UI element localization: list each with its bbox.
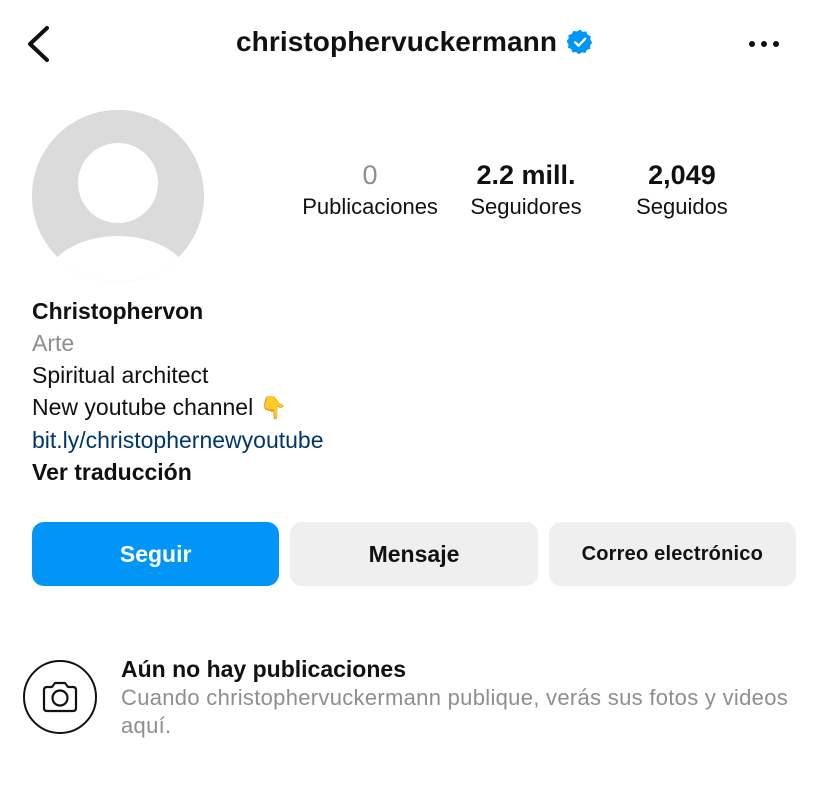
stat-posts: 0 Publicaciones	[296, 158, 444, 221]
email-button[interactable]: Correo electrónico	[548, 522, 796, 586]
see-translation-link[interactable]: Ver traducción	[32, 456, 792, 488]
profile-stats: 0 Publicaciones 2.2 mill. Seguidores 2,0…	[296, 158, 756, 221]
following-count: 2,049	[648, 160, 716, 190]
profile-username: christophervuckermann	[235, 26, 558, 57]
message-button[interactable]: Mensaje	[290, 522, 538, 586]
following-label: Seguidos	[636, 194, 728, 219]
followers-label: Seguidores	[470, 194, 582, 219]
empty-state-subtitle: Cuando christophervuckermann publique, v…	[121, 685, 789, 738]
empty-state-title: Aún no hay publicaciones	[121, 656, 406, 682]
profile-bio: Christophervon Arte Spiritual architect …	[32, 295, 792, 488]
more-horizontal-icon	[749, 41, 755, 47]
camera-circle	[23, 660, 97, 734]
pointing-down-icon: 👇	[259, 395, 288, 420]
profile-page: christophervuckermann 0 Publicaciones 2.…	[0, 0, 829, 795]
stat-followers[interactable]: 2.2 mill. Seguidores	[444, 158, 608, 221]
follow-button[interactable]: Seguir	[32, 522, 280, 586]
bio-line-1: Spiritual architect	[32, 362, 209, 388]
avatar[interactable]	[32, 110, 204, 282]
more-options-button[interactable]	[739, 30, 789, 58]
posts-count: 0	[362, 160, 378, 190]
profile-actions: Seguir Mensaje Correo electrónico	[32, 522, 796, 586]
verified-badge-icon	[567, 29, 593, 55]
category-label: Arte	[32, 330, 75, 356]
header-title: christophervuckermann	[0, 26, 829, 58]
bio-link[interactable]: bit.ly/christophernewyoutube	[32, 424, 792, 456]
stat-following[interactable]: 2,049 Seguidos	[608, 158, 756, 221]
camera-icon	[42, 681, 78, 713]
posts-label: Publicaciones	[302, 194, 438, 219]
empty-state: Aún no hay publicaciones Cuando christop…	[121, 654, 811, 740]
bio-line-2-text: New youtube channel	[32, 394, 254, 420]
bio-line-2: New youtube channel 👇	[32, 391, 792, 424]
followers-count: 2.2 mill.	[476, 160, 576, 190]
default-avatar-icon	[32, 110, 204, 282]
display-name: Christophervon	[32, 298, 204, 324]
